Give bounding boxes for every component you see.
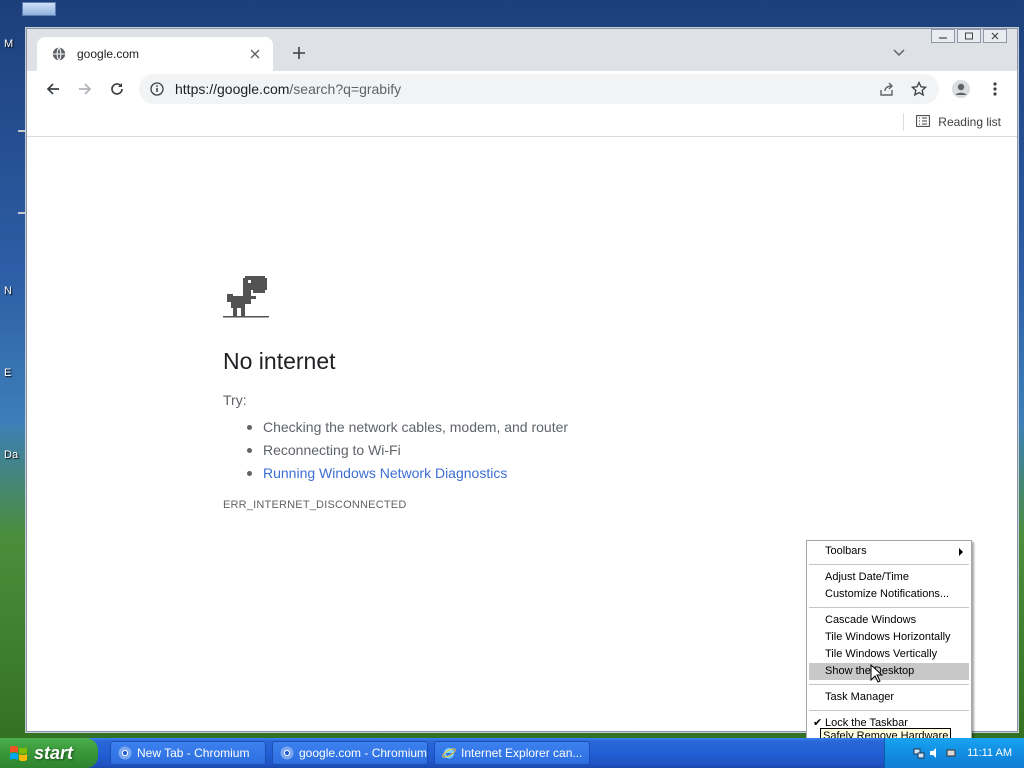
desktop-icon-label: M — [4, 38, 14, 50]
error-code: ERR_INTERNET_DISCONNECTED — [223, 499, 407, 511]
menu-separator — [809, 710, 969, 711]
chromium-icon — [279, 745, 295, 761]
reading-list-button[interactable]: Reading list — [903, 113, 1001, 131]
kebab-menu-icon[interactable] — [981, 75, 1009, 103]
tab-title: google.com — [77, 47, 140, 61]
submenu-arrow-icon — [959, 548, 963, 556]
list-item: Checking the network cables, modem, and … — [246, 416, 568, 439]
taskbar: start New Tab - Chromium google.com - Ch… — [0, 738, 1024, 768]
menu-item-customize-notifications[interactable]: Customize Notifications... — [807, 586, 971, 603]
url-path: /search?q=grabify — [289, 81, 402, 97]
dinosaur-icon — [223, 276, 269, 320]
menu-item-task-manager[interactable]: Task Manager — [807, 689, 971, 706]
internet-explorer-icon — [441, 745, 457, 761]
reading-list-icon — [916, 114, 931, 130]
menu-separator — [809, 607, 969, 608]
menu-item-tile-horizontally[interactable]: Tile Windows Horizontally — [807, 629, 971, 646]
address-bar[interactable]: https://google.com/search?q=grabify — [139, 74, 939, 104]
back-arrow-icon[interactable] — [39, 75, 67, 103]
menu-item-cascade-windows[interactable]: Cascade Windows — [807, 612, 971, 629]
start-label: start — [34, 742, 74, 763]
network-diagnostics-link[interactable]: Running Windows Network Diagnostics — [246, 462, 568, 485]
start-button[interactable]: start — [0, 738, 98, 768]
close-window-icon[interactable] — [983, 29, 1007, 43]
task-internet-explorer[interactable]: Internet Explorer can... — [434, 741, 590, 765]
tab-strip: google.com — [27, 29, 1017, 71]
page-title: No internet — [223, 348, 336, 374]
desktop-icon-label: E — [4, 367, 12, 379]
task-label: Internet Explorer can... — [461, 746, 583, 760]
forward-arrow-icon[interactable] — [71, 75, 99, 103]
tray-icons — [913, 747, 957, 759]
try-label: Try: — [223, 392, 247, 408]
list-item: Reconnecting to Wi-Fi — [246, 439, 568, 462]
chevron-down-icon[interactable] — [891, 45, 907, 61]
reload-icon[interactable] — [103, 75, 131, 103]
new-tab-icon[interactable] — [289, 43, 309, 63]
reading-list-label: Reading list — [938, 115, 1001, 129]
suggestion-list: Checking the network cables, modem, and … — [246, 416, 568, 485]
url-text: https://google.com/search?q=grabify — [175, 81, 401, 97]
desktop-icon-label: Da — [4, 449, 19, 461]
system-tray: 11:11 AM — [884, 738, 1024, 768]
bookmark-bar: Reading list — [27, 107, 1017, 137]
minimize-icon[interactable] — [931, 29, 955, 43]
tab-google[interactable]: google.com — [37, 37, 273, 71]
profile-avatar-icon[interactable] — [947, 75, 975, 103]
menu-item-show-desktop[interactable]: Show the Desktop — [809, 663, 969, 680]
menu-item-toolbars[interactable]: Toolbars — [807, 543, 971, 560]
menu-separator — [809, 564, 969, 565]
menu-item-label: Toolbars — [825, 545, 867, 557]
task-google-chromium[interactable]: google.com - Chromium — [272, 741, 428, 765]
info-icon[interactable] — [149, 81, 165, 97]
close-tab-icon[interactable] — [247, 46, 263, 62]
desktop-icon-label: N — [4, 285, 12, 297]
volume-icon[interactable] — [929, 747, 941, 759]
url-host: https://google.com — [175, 81, 290, 97]
taskbar-context-menu: Toolbars Adjust Date/Time Customize Noti… — [806, 540, 972, 745]
mouse-cursor-icon — [870, 663, 884, 684]
globe-icon — [51, 46, 67, 62]
window-controls — [931, 29, 1007, 43]
chromium-icon — [117, 745, 133, 761]
clock: 11:11 AM — [967, 747, 1012, 759]
network-icon[interactable] — [913, 747, 925, 759]
menu-item-adjust-date-time[interactable]: Adjust Date/Time — [807, 569, 971, 586]
task-label: New Tab - Chromium — [137, 746, 250, 760]
desktop-icon-my-computer[interactable] — [22, 2, 56, 16]
menu-separator — [809, 684, 969, 685]
menu-item-tile-vertically[interactable]: Tile Windows Vertically — [807, 646, 971, 663]
maximize-icon[interactable] — [957, 29, 981, 43]
bookmark-star-icon[interactable] — [911, 81, 927, 97]
share-icon[interactable] — [879, 81, 895, 97]
windows-logo-icon — [8, 743, 30, 763]
task-new-tab-chromium[interactable]: New Tab - Chromium — [110, 741, 266, 765]
task-label: google.com - Chromium — [299, 746, 427, 760]
browser-toolbar: https://google.com/search?q=grabify — [27, 71, 1017, 107]
hardware-icon[interactable] — [945, 747, 957, 759]
